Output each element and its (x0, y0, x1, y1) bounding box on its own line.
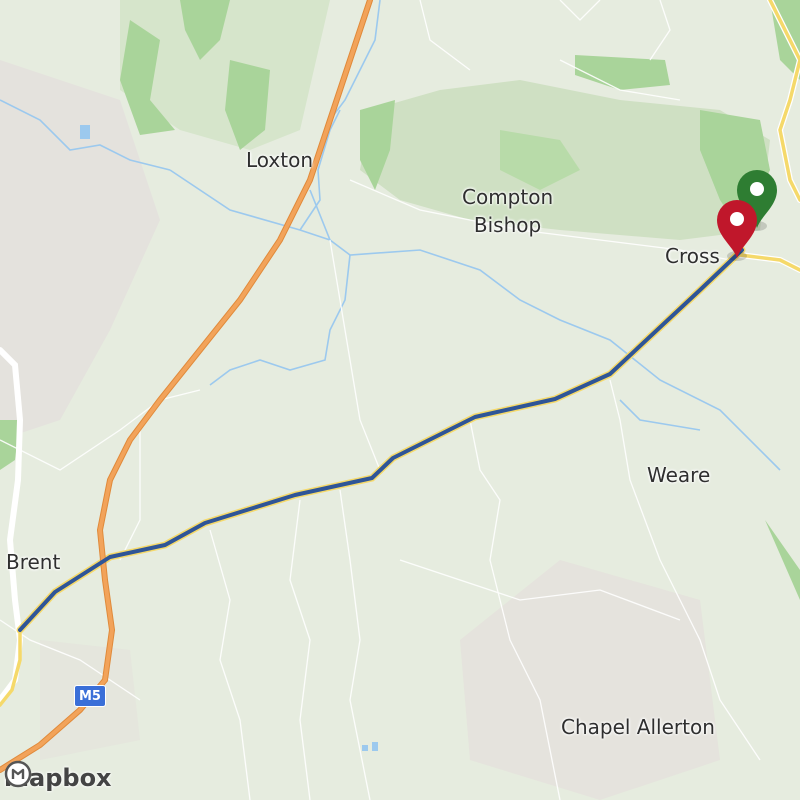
end-marker[interactable] (713, 196, 761, 262)
map-base-layer (0, 0, 800, 800)
place-label-chapel-allerton: Chapel Allerton (561, 715, 715, 739)
pond (362, 745, 368, 751)
road-shield-m5: M5 (74, 685, 106, 707)
place-label-brent: Brent (6, 550, 61, 574)
pond (80, 125, 90, 139)
mapbox-logo-icon (4, 760, 32, 788)
mapbox-attribution[interactable]: mapbox (4, 760, 112, 796)
place-label-loxton: Loxton (246, 148, 314, 172)
place-label-compton-bishop: Compton Bishop (462, 185, 554, 237)
map-canvas[interactable]: Loxton Compton Bishop Cross Weare Brent … (0, 0, 800, 800)
place-label-cross: Cross (665, 244, 720, 268)
place-label-weare: Weare (647, 463, 711, 487)
pond (372, 742, 378, 751)
